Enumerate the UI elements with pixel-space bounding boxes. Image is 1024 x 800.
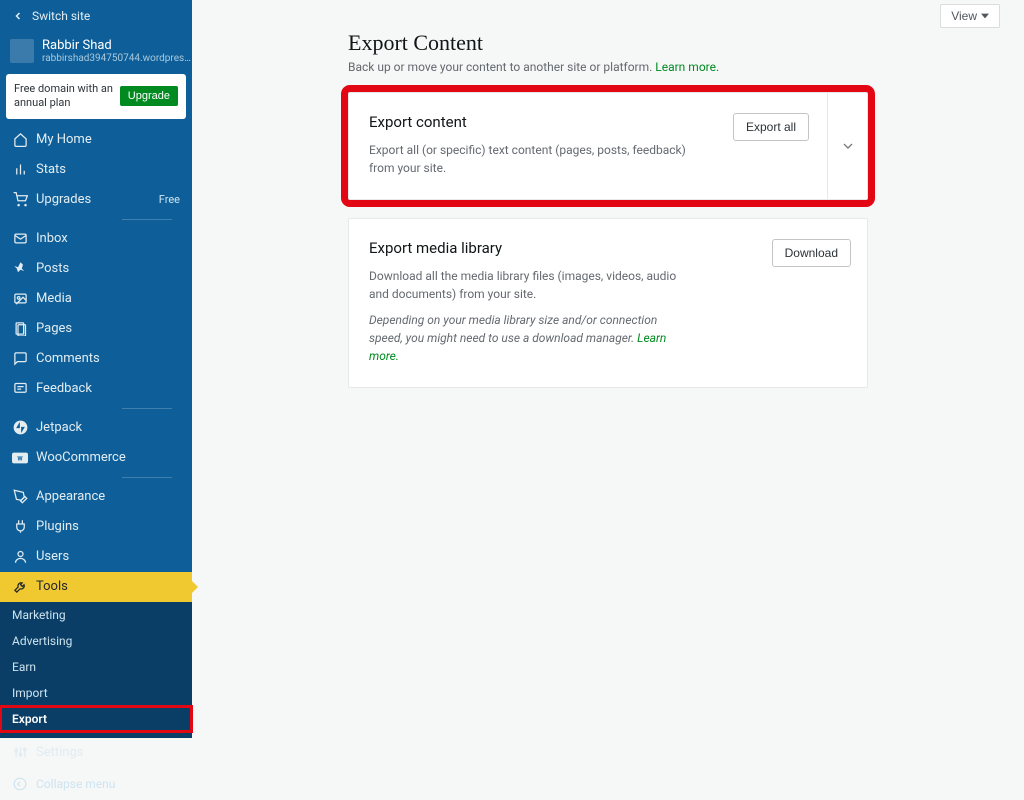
sidebar-item-stats[interactable]: Stats <box>0 155 192 185</box>
nav-list: My Home Stats Upgrades Free Inbox Posts Media P… <box>0 125 192 768</box>
stats-icon <box>12 162 28 178</box>
sidebar-item-label: Users <box>36 549 69 564</box>
sidebar-item-plugins[interactable]: Plugins <box>0 512 192 542</box>
mail-icon <box>12 231 28 247</box>
sidebar-item-label: Stats <box>36 162 66 177</box>
promo-card: Free domain with an annual plan Upgrade <box>6 74 186 119</box>
site-avatar <box>10 39 34 63</box>
sidebar-item-label: Inbox <box>36 231 68 246</box>
woo-icon: W <box>12 450 28 466</box>
chevron-down-icon <box>840 138 856 154</box>
media-icon <box>12 291 28 307</box>
switch-site-link[interactable]: Switch site <box>0 0 192 32</box>
main: View Export Content Back up or move your… <box>192 0 1024 664</box>
card-export-media-title: Export media library <box>369 239 760 257</box>
learn-more-link[interactable]: Learn more. <box>655 60 719 74</box>
site-url: rabbirshad394750744.wordpress.com <box>42 53 192 64</box>
sidebar-item-label: Appearance <box>36 489 105 504</box>
sidebar-item-label: Upgrades <box>36 192 91 207</box>
sidebar-item-comments[interactable]: Comments <box>0 344 192 374</box>
subnav-item-export[interactable]: Export <box>0 706 192 732</box>
sidebar-item-label: Comments <box>36 351 100 366</box>
subnav: MarketingAdvertisingEarnImportExport <box>0 602 192 738</box>
sidebar-item-feedback[interactable]: Feedback <box>0 374 192 404</box>
subnav-item-marketing[interactable]: Marketing <box>0 602 192 628</box>
sidebar-item-media[interactable]: Media <box>0 284 192 314</box>
sidebar-item-label: Settings <box>36 745 83 760</box>
sidebar-item-appearance[interactable]: Appearance <box>0 482 192 512</box>
jetpack-icon <box>12 420 28 436</box>
brush-icon <box>12 489 28 505</box>
collapse-menu[interactable]: Collapse menu <box>0 768 192 800</box>
user-icon <box>12 549 28 565</box>
card-export-content-desc: Export all (or specific) text content (p… <box>369 141 689 177</box>
sidebar-item-label: WooCommerce <box>36 450 126 465</box>
sidebar-item-label: Media <box>36 291 72 306</box>
comment-icon <box>12 351 28 367</box>
collapse-label: Collapse menu <box>36 777 115 791</box>
sidebar-item-inbox[interactable]: Inbox <box>0 224 192 254</box>
sidebar-item-woocommerce[interactable]: W WooCommerce <box>0 443 192 473</box>
card-export-content-title: Export content <box>369 113 721 131</box>
collapse-icon <box>12 776 28 792</box>
sidebar-item-label: Tools <box>36 579 68 594</box>
subnav-item-advertising[interactable]: Advertising <box>0 628 192 654</box>
sidebar-item-label: Feedback <box>36 381 92 396</box>
sidebar-item-tools[interactable]: Tools <box>0 572 192 602</box>
card-export-media-hint: Depending on your media library size and… <box>369 311 689 365</box>
view-button[interactable]: View <box>940 4 1000 28</box>
subnav-item-import[interactable]: Import <box>0 680 192 706</box>
nav-separator <box>122 477 172 478</box>
card-export-content: Export content Export all (or specific) … <box>348 92 868 200</box>
site-name: Rabbir Shad <box>42 38 192 53</box>
sidebar-item-settings[interactable]: Settings <box>0 738 192 768</box>
feedback-icon <box>12 381 28 397</box>
sidebar-item-label: Posts <box>36 261 69 276</box>
card-export-media-desc: Download all the media library files (im… <box>369 267 689 303</box>
caret-down-icon <box>981 12 989 20</box>
site-block[interactable]: Rabbir Shad rabbirshad394750744.wordpres… <box>0 32 192 74</box>
nav-separator <box>122 219 172 220</box>
download-button[interactable]: Download <box>772 239 851 267</box>
export-all-button[interactable]: Export all <box>733 113 809 141</box>
sidebar-item-label: Plugins <box>36 519 79 534</box>
sidebar-item-label: My Home <box>36 132 92 147</box>
svg-text:W: W <box>17 455 23 462</box>
sidebar-item-my-home[interactable]: My Home <box>0 125 192 155</box>
sidebar-item-badge: Free <box>159 193 180 206</box>
cart-icon <box>12 192 28 208</box>
pin-icon <box>12 261 28 277</box>
switch-site-label: Switch site <box>32 9 90 23</box>
pages-icon <box>12 321 28 337</box>
settings-icon <box>12 745 28 761</box>
sidebar-item-users[interactable]: Users <box>0 542 192 572</box>
expand-export-content[interactable] <box>827 93 867 199</box>
page-title: Export Content <box>348 30 868 56</box>
promo-text: Free domain with an annual plan <box>14 82 114 111</box>
sidebar-item-jetpack[interactable]: Jetpack <box>0 413 192 443</box>
sidebar-item-label: Jetpack <box>36 420 82 435</box>
sidebar-item-label: Pages <box>36 321 72 336</box>
sidebar-item-pages[interactable]: Pages <box>0 314 192 344</box>
wrench-icon <box>12 579 28 595</box>
page-subtitle: Back up or move your content to another … <box>348 60 868 74</box>
content: Export Content Back up or move your cont… <box>348 30 868 388</box>
subnav-item-earn[interactable]: Earn <box>0 654 192 680</box>
sidebar: Switch site Rabbir Shad rabbirshad394750… <box>0 0 192 664</box>
card-export-media: Export media library Download all the me… <box>348 218 868 388</box>
sidebar-item-upgrades[interactable]: Upgrades Free <box>0 185 192 215</box>
chevron-left-icon <box>10 8 26 24</box>
view-button-label: View <box>951 9 977 23</box>
upgrade-button[interactable]: Upgrade <box>120 86 178 106</box>
plugin-icon <box>12 519 28 535</box>
sidebar-item-posts[interactable]: Posts <box>0 254 192 284</box>
nav-separator <box>122 408 172 409</box>
home-icon <box>12 132 28 148</box>
